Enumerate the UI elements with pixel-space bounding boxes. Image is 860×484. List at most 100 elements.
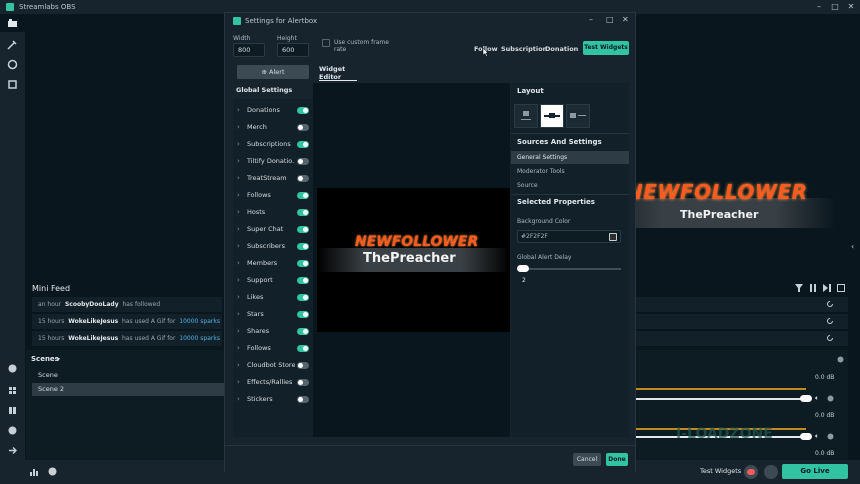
- alert-enable-toggle[interactable]: [297, 124, 309, 131]
- alert-enable-toggle[interactable]: [297, 158, 309, 165]
- moderator-tools-item[interactable]: Moderator Tools: [511, 165, 629, 178]
- chevron-right-icon[interactable]: ›: [237, 140, 240, 148]
- custom-frame-rate-checkbox[interactable]: [322, 39, 330, 47]
- popout-icon[interactable]: [837, 284, 845, 292]
- replay-icon[interactable]: [826, 317, 834, 325]
- chevron-right-icon[interactable]: ›: [237, 123, 240, 131]
- alert-enable-toggle[interactable]: [297, 141, 309, 148]
- gear-icon[interactable]: [827, 395, 834, 402]
- volume-slider-handle[interactable]: [800, 395, 812, 402]
- alert-enable-toggle[interactable]: [297, 175, 309, 182]
- replay-icon[interactable]: [826, 334, 834, 342]
- alert-delay-slider-handle[interactable]: [517, 265, 529, 272]
- speaker-icon[interactable]: 🔈︎: [815, 432, 819, 441]
- go-live-button[interactable]: Go Live: [782, 464, 848, 479]
- chevron-right-icon[interactable]: ›: [237, 208, 240, 216]
- background-color-input[interactable]: #2F2F2F: [517, 230, 621, 243]
- source-item[interactable]: Source: [511, 179, 629, 192]
- chevron-right-icon[interactable]: ›: [237, 293, 240, 301]
- chevron-right-icon[interactable]: ›: [237, 225, 240, 233]
- global-settings-item[interactable]: Global Settings: [233, 83, 313, 97]
- alert-type-item[interactable]: › Donations: [233, 102, 313, 119]
- alert-enable-toggle[interactable]: [297, 294, 309, 301]
- dashboard-icon[interactable]: [6, 78, 19, 91]
- alert-enable-toggle[interactable]: [297, 107, 309, 114]
- maximize-icon[interactable]: □: [828, 1, 842, 13]
- alert-type-item[interactable]: › Merch: [233, 119, 313, 136]
- editor-icon[interactable]: [6, 17, 19, 30]
- test-widgets-link[interactable]: Test Widgets: [700, 467, 741, 475]
- layout-option-text-over[interactable]: [540, 104, 564, 128]
- alert-delay-slider[interactable]: [517, 268, 621, 270]
- chevron-right-icon[interactable]: ›: [237, 310, 240, 318]
- chevron-right-icon[interactable]: ›: [237, 327, 240, 335]
- volume-slider[interactable]: [636, 398, 804, 400]
- alert-type-item[interactable]: › Support: [233, 272, 313, 289]
- alert-type-item[interactable]: › Effects/Rallies: [233, 374, 313, 391]
- alert-type-item[interactable]: › Follows: [233, 187, 313, 204]
- help-icon[interactable]: [6, 362, 19, 375]
- chevron-right-icon[interactable]: ›: [237, 259, 240, 267]
- stats-icon[interactable]: [30, 467, 39, 476]
- width-input[interactable]: 800: [233, 43, 265, 57]
- color-swatch[interactable]: [609, 233, 617, 241]
- alert-enable-toggle[interactable]: [297, 379, 309, 386]
- alert-enable-toggle[interactable]: [297, 328, 309, 335]
- maximize-icon[interactable]: □: [606, 15, 614, 24]
- alert-type-item[interactable]: › Subscriptions: [233, 136, 313, 153]
- speaker-icon[interactable]: 🔈︎: [815, 394, 819, 403]
- alert-enable-toggle[interactable]: [297, 209, 309, 216]
- gear-icon[interactable]: [827, 433, 834, 440]
- store-icon[interactable]: [6, 58, 19, 71]
- done-button[interactable]: Done: [606, 453, 628, 466]
- grid-icon[interactable]: [6, 384, 19, 397]
- info-icon[interactable]: [48, 467, 57, 476]
- alert-type-item[interactable]: › Likes: [233, 289, 313, 306]
- add-alert-button[interactable]: ⊕ Alert: [237, 65, 309, 79]
- feed-row[interactable]: 15 hours WokeLikeJesus has used A Gif fo…: [32, 331, 222, 346]
- volume-slider-handle[interactable]: [800, 433, 812, 440]
- close-icon[interactable]: ✕: [844, 1, 858, 13]
- chevron-down-icon[interactable]: ▾: [57, 356, 60, 363]
- chevron-right-icon[interactable]: ›: [237, 174, 240, 182]
- chevron-right-icon[interactable]: ›: [237, 378, 240, 386]
- alert-enable-toggle[interactable]: [297, 362, 309, 369]
- alert-type-item[interactable]: › Tiltify Donatio...: [233, 153, 313, 170]
- alert-type-item[interactable]: › Stars: [233, 306, 313, 323]
- skip-icon[interactable]: [823, 284, 831, 292]
- pause-icon[interactable]: [809, 284, 817, 292]
- alert-type-item[interactable]: › Members: [233, 255, 313, 272]
- mixer-settings-icon[interactable]: [837, 356, 844, 363]
- feed-row[interactable]: an hour ScoobyDooLady has followed: [32, 297, 222, 312]
- tab-subscription[interactable]: Subscription: [501, 45, 547, 53]
- alert-type-item[interactable]: › Stickers: [233, 391, 313, 408]
- chevron-right-icon[interactable]: ›: [237, 242, 240, 250]
- info-icon[interactable]: [6, 424, 19, 437]
- test-widgets-button[interactable]: Test Widgets: [583, 41, 629, 55]
- minimize-icon[interactable]: –: [812, 1, 826, 13]
- height-input[interactable]: 600: [277, 43, 309, 57]
- themes-icon[interactable]: [6, 38, 19, 51]
- feed-row[interactable]: 15 hours WokeLikeJesus has used A Gif fo…: [32, 314, 222, 329]
- alert-type-item[interactable]: › Shares: [233, 323, 313, 340]
- alert-type-item[interactable]: › Follows: [233, 340, 313, 357]
- studio-mode-icon[interactable]: [6, 404, 19, 417]
- alert-type-item[interactable]: › Cloudbot Store: [233, 357, 313, 374]
- alert-enable-toggle[interactable]: [297, 396, 309, 403]
- tab-donation[interactable]: Donation: [545, 45, 578, 53]
- layout-option-image-left[interactable]: [566, 104, 590, 128]
- chevron-right-icon[interactable]: ›: [237, 157, 240, 165]
- alert-enable-toggle[interactable]: [297, 260, 309, 267]
- layout-option-image-above[interactable]: [514, 104, 538, 128]
- logout-icon[interactable]: [6, 444, 19, 457]
- cancel-button[interactable]: Cancel: [573, 453, 601, 466]
- alert-type-item[interactable]: › Hosts: [233, 204, 313, 221]
- chevron-right-icon[interactable]: ›: [237, 276, 240, 284]
- alert-enable-toggle[interactable]: [297, 277, 309, 284]
- alert-type-item[interactable]: › Subscribers: [233, 238, 313, 255]
- alert-type-item[interactable]: › Super Chat: [233, 221, 313, 238]
- chevron-right-icon[interactable]: ›: [237, 344, 240, 352]
- alert-enable-toggle[interactable]: [297, 243, 309, 250]
- minimize-icon[interactable]: –: [589, 15, 593, 24]
- close-icon[interactable]: ✕: [622, 15, 629, 24]
